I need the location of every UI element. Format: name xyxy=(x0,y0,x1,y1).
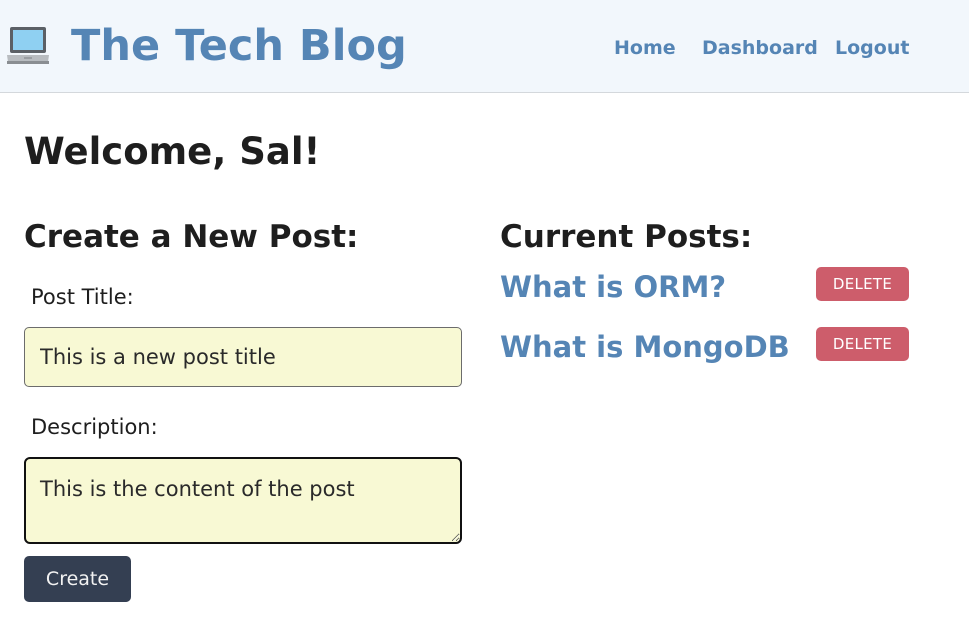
nav-dashboard-link[interactable]: Dashboard xyxy=(702,36,818,60)
create-post-heading: Create a New Post: xyxy=(24,219,359,255)
delete-post-button[interactable]: DELETE xyxy=(816,327,909,361)
nav-home-link[interactable]: Home xyxy=(614,36,676,60)
site-title[interactable]: The Tech Blog xyxy=(71,18,407,74)
post-title-input[interactable] xyxy=(24,327,462,387)
post-title-link[interactable]: What is MongoDB xyxy=(500,328,790,366)
post-title-link[interactable]: What is ORM? xyxy=(500,268,726,306)
current-posts-heading: Current Posts: xyxy=(500,219,753,255)
description-label: Description: xyxy=(31,415,158,439)
site-header: The Tech Blog Home Dashboard Logout xyxy=(0,0,969,93)
post-title-label: Post Title: xyxy=(31,285,134,309)
description-textarea[interactable]: This is the content of the post xyxy=(24,457,462,544)
delete-post-button[interactable]: DELETE xyxy=(816,267,909,301)
brand[interactable]: The Tech Blog xyxy=(4,18,407,74)
nav-logout-link[interactable]: Logout xyxy=(835,36,909,60)
welcome-heading: Welcome, Sal! xyxy=(24,130,321,173)
create-button[interactable]: Create xyxy=(24,556,131,602)
laptop-icon xyxy=(7,27,49,64)
